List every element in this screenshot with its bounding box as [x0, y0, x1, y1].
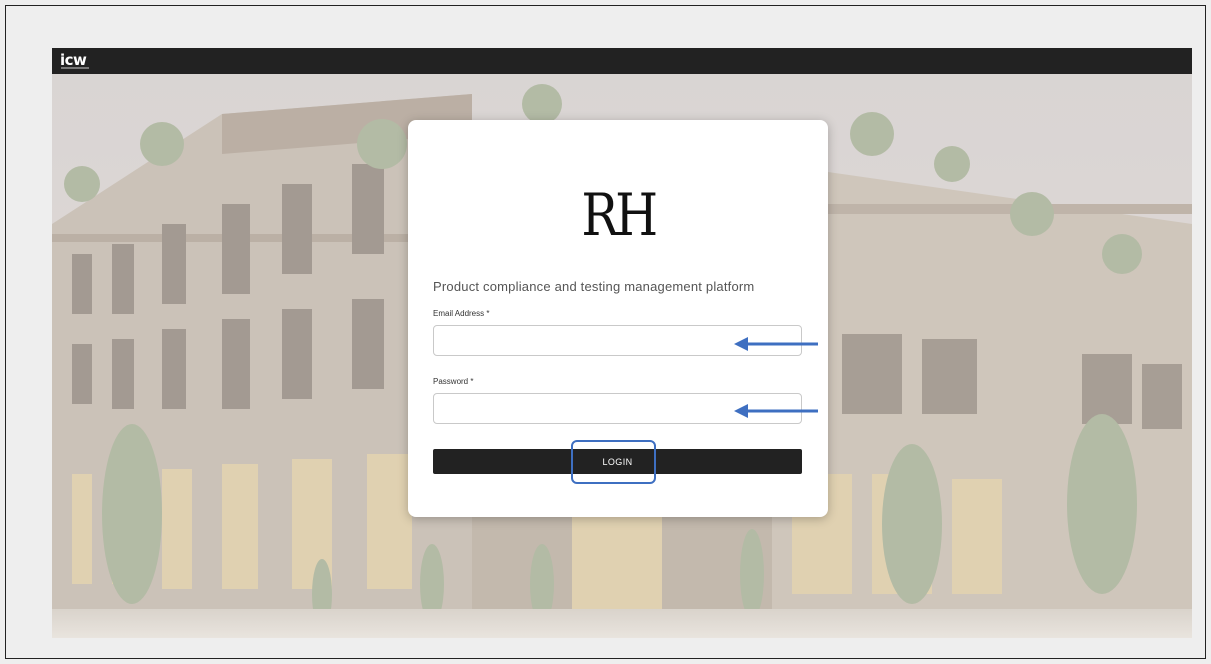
icw-logo-underline — [61, 67, 89, 69]
email-input[interactable] — [433, 325, 802, 356]
password-label: Password * — [433, 377, 474, 386]
app-screen: icw RH Product compliance and testing ma… — [52, 48, 1192, 638]
password-input[interactable] — [433, 393, 802, 424]
login-button[interactable]: LOGIN — [433, 449, 802, 474]
screenshot-frame: icw RH Product compliance and testing ma… — [5, 5, 1206, 659]
login-card: RH Product compliance and testing manage… — [408, 120, 828, 517]
top-bar: icw — [52, 48, 1192, 74]
platform-tagline: Product compliance and testing managemen… — [433, 279, 755, 294]
email-label: Email Address * — [433, 309, 490, 318]
rh-logo: RH — [581, 181, 658, 249]
